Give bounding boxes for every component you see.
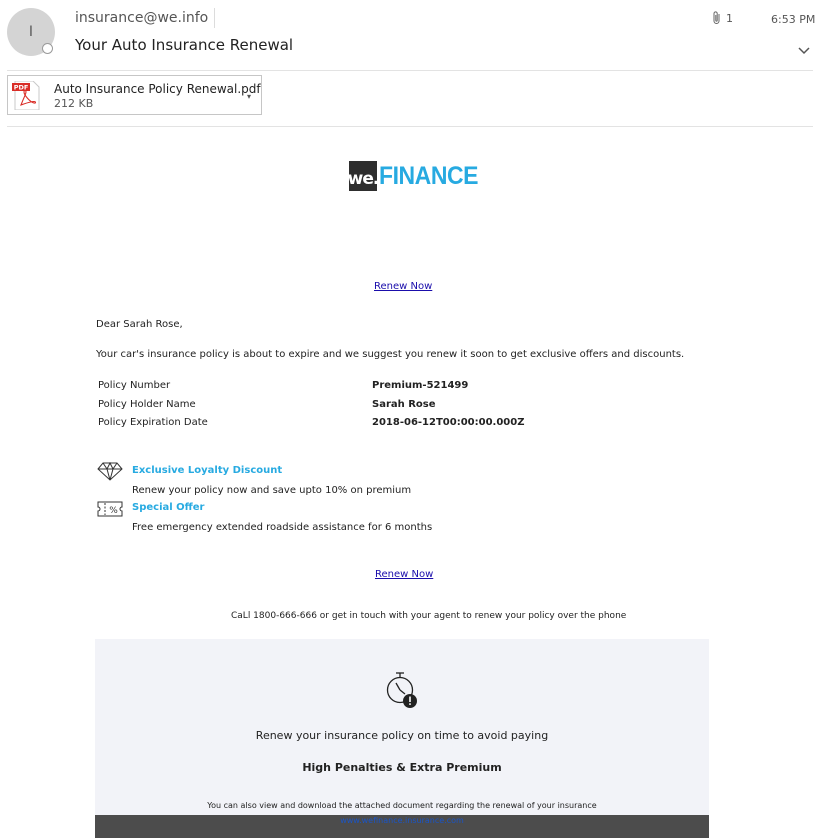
paperclip-icon [713, 11, 720, 24]
panel-attachment-note: You can also view and download the attac… [207, 801, 597, 810]
wefinance-logo: we. FINANCE [348, 161, 487, 191]
renew-now-link-top[interactable]: Renew Now [374, 281, 432, 292]
footer-bar: www.wefinance.insurance.com [95, 815, 709, 838]
attachment-size: 212 KB [54, 97, 94, 110]
offer-desc-loyalty: Renew your policy now and save upto 10% … [132, 485, 412, 496]
logo-wordmark: FINANCE [379, 162, 479, 190]
stopwatch-alert-icon [386, 672, 417, 708]
intro-text: Your car's insurance policy is about to … [96, 349, 685, 360]
attachment-count[interactable]: 1 [712, 11, 733, 25]
attachment-separator [7, 126, 813, 127]
policy-number-label: Policy Number [98, 380, 171, 391]
greeting: Dear Sarah Rose, [96, 319, 183, 330]
offer-title-special: Special Offer [132, 502, 205, 513]
policy-expiration-value: 2018-06-12T00:00:00.000Z [372, 417, 525, 428]
header-separator [7, 70, 813, 71]
offer-title-loyalty: Exclusive Loyalty Discount [132, 465, 283, 476]
email-subject: Your Auto Insurance Renewal [75, 36, 294, 54]
attachment-card[interactable]: PDF Auto Insurance Policy Renewal.pdf 21… [7, 75, 262, 115]
presence-status-icon [42, 43, 53, 54]
renew-now-link-bottom[interactable]: Renew Now [375, 569, 433, 580]
chevron-down-icon[interactable] [797, 44, 811, 58]
policy-holder-label: Policy Holder Name [98, 399, 196, 410]
penalty-reminder-panel [95, 639, 709, 816]
panel-penalty-heading: High Penalties & Extra Premium [302, 761, 502, 774]
logo-mark: we. [348, 161, 379, 191]
website-link[interactable]: www.wefinance.insurance.com [340, 816, 464, 825]
received-time: 6:53 PM [771, 13, 816, 26]
coupon-percent-icon: % [97, 501, 123, 517]
offer-desc-special: Free emergency extended roadside assista… [132, 522, 433, 533]
attachment-dropdown-icon[interactable]: ▾ [247, 92, 251, 101]
svg-text:%: % [109, 506, 118, 516]
policy-number-value: Premium-521499 [372, 380, 469, 391]
header-divider [214, 8, 215, 28]
pdf-file-icon: PDF [12, 81, 40, 110]
policy-expiration-label: Policy Expiration Date [98, 417, 208, 428]
attachment-filename: Auto Insurance Policy Renewal.pdf [54, 82, 261, 96]
panel-reminder-text: Renew your insurance policy on time to a… [255, 729, 549, 742]
sender-address[interactable]: insurance@we.info [75, 10, 208, 26]
policy-holder-value: Sarah Rose [372, 399, 436, 410]
call-instructions: CaLl 1800-666-666 or get in touch with y… [231, 611, 627, 621]
attachment-count-label: 1 [726, 11, 733, 25]
svg-text:PDF: PDF [14, 84, 29, 92]
diamond-icon [97, 461, 123, 481]
avatar-initial: I [28, 24, 34, 40]
